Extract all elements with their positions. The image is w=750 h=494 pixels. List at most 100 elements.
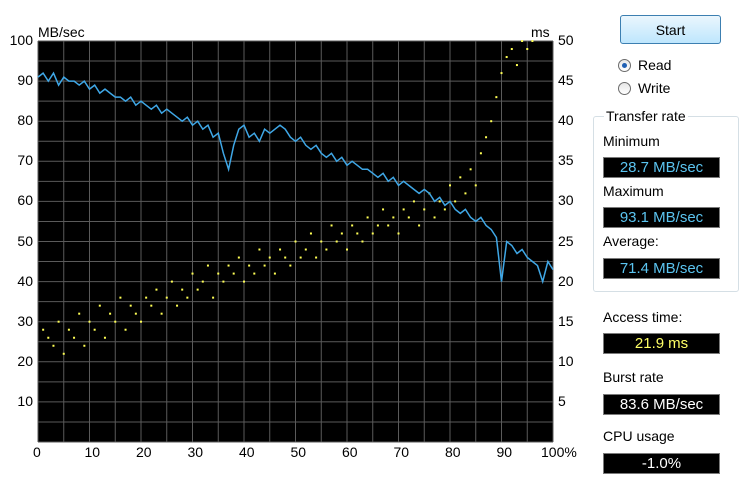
access-time-point — [124, 328, 127, 331]
access-time-point — [510, 48, 513, 51]
access-time-point — [83, 344, 86, 347]
access-time-point — [500, 72, 503, 75]
access-time-point — [176, 304, 179, 307]
access-time-point — [263, 264, 266, 267]
y-tick-label-right: 20 — [558, 272, 574, 289]
access-time-point — [191, 272, 194, 275]
access-time-point — [201, 280, 204, 283]
access-time-point — [433, 216, 436, 219]
x-tick-label: 90 — [496, 444, 513, 460]
access-time-point — [443, 208, 446, 211]
access-time-label: Access time: — [603, 309, 683, 325]
access-time-point — [73, 336, 76, 339]
access-time-point — [67, 328, 70, 331]
x-tick-label: 20 — [136, 444, 152, 460]
access-time-point — [42, 328, 45, 331]
x-tick-label: 80 — [445, 444, 461, 460]
access-time-point — [485, 136, 488, 139]
access-time-point — [366, 216, 369, 219]
access-time-point — [196, 288, 199, 291]
access-time-point — [531, 40, 534, 42]
access-time-point — [325, 248, 328, 251]
x-tick-label: 0 — [33, 444, 41, 460]
access-time-point — [237, 256, 240, 259]
y-tick-label-left: 50 — [17, 232, 33, 249]
access-time-point — [150, 304, 153, 307]
access-time-point — [93, 328, 96, 331]
write-radio-label: Write — [638, 80, 671, 96]
maximum-label: Maximum — [603, 183, 664, 199]
access-time-point — [330, 224, 333, 227]
access-time-point — [526, 48, 529, 51]
access-time-point — [140, 320, 142, 323]
x-tick-label: 30 — [187, 444, 204, 460]
y-tick-label-left: 70 — [17, 152, 33, 169]
access-time-point — [62, 352, 65, 355]
access-time-point — [258, 248, 261, 251]
access-time-point — [212, 296, 215, 299]
write-radio-dot[interactable] — [618, 81, 631, 95]
access-time-point — [479, 152, 482, 155]
access-time-point — [248, 264, 251, 267]
access-time-point — [387, 224, 390, 227]
y-tick-label-left: 30 — [17, 312, 33, 329]
y-tick-label-right: 45 — [558, 72, 574, 89]
access-time-point — [284, 256, 287, 259]
access-time-point — [222, 280, 225, 283]
access-time-unit: ms — [668, 335, 689, 352]
x-tick-label: 60 — [342, 444, 358, 460]
start-button[interactable]: Start — [620, 15, 721, 44]
average-label: Average: — [603, 233, 659, 249]
read-radio[interactable]: Read — [618, 55, 671, 75]
access-time-point — [382, 208, 385, 211]
x-tick-label: 100% — [541, 444, 577, 460]
access-time-point — [376, 224, 379, 227]
access-time-point — [346, 248, 348, 251]
access-time-value: 21.9 — [634, 335, 665, 352]
access-time-point — [119, 296, 122, 299]
access-time-point — [160, 312, 163, 315]
minimum-label: Minimum — [603, 133, 660, 149]
access-time-point — [289, 264, 292, 267]
access-time-point — [474, 184, 477, 187]
access-time-point — [165, 296, 168, 299]
access-time-point — [186, 296, 189, 299]
x-tick-label: 40 — [239, 444, 255, 460]
access-time-point — [438, 200, 441, 203]
access-time-box: 21.9 ms — [603, 333, 720, 354]
access-time-point — [315, 256, 318, 259]
read-radio-dot[interactable] — [618, 58, 631, 72]
access-time-point — [464, 192, 467, 195]
access-time-point — [227, 264, 230, 267]
access-time-point — [109, 312, 112, 315]
access-time-point — [361, 240, 364, 243]
access-time-point — [253, 272, 256, 275]
access-time-point — [521, 40, 524, 42]
access-time-point — [78, 312, 81, 315]
transfer-rate-title: Transfer rate — [604, 108, 688, 124]
access-time-point — [469, 168, 472, 171]
write-radio[interactable]: Write — [618, 78, 670, 98]
access-time-point — [454, 200, 457, 203]
access-time-point — [320, 240, 323, 243]
y-tick-label-right: 15 — [558, 312, 574, 329]
access-time-point — [155, 288, 158, 291]
access-time-point — [273, 272, 276, 275]
y-tick-label-left: 100 — [9, 32, 33, 48]
access-time-point — [412, 200, 415, 203]
x-tick-label: 50 — [290, 444, 307, 460]
access-time-point — [304, 248, 307, 251]
access-time-point — [114, 320, 117, 323]
y-tick-label-right: 25 — [558, 232, 574, 249]
x-tick-label: 70 — [393, 444, 410, 460]
y-axis-unit-left: MB/sec — [38, 24, 85, 40]
y-tick-label-left: 80 — [17, 112, 33, 129]
access-time-point — [335, 240, 338, 243]
access-time-point — [407, 216, 410, 219]
access-time-point — [351, 224, 354, 227]
average-value: 71.4 MB/sec — [603, 258, 720, 279]
access-time-point — [340, 232, 343, 235]
y-axis-unit-right: ms — [531, 24, 550, 40]
y-tick-label-right: 5 — [558, 392, 566, 409]
y-tick-label-left: 40 — [17, 272, 33, 289]
